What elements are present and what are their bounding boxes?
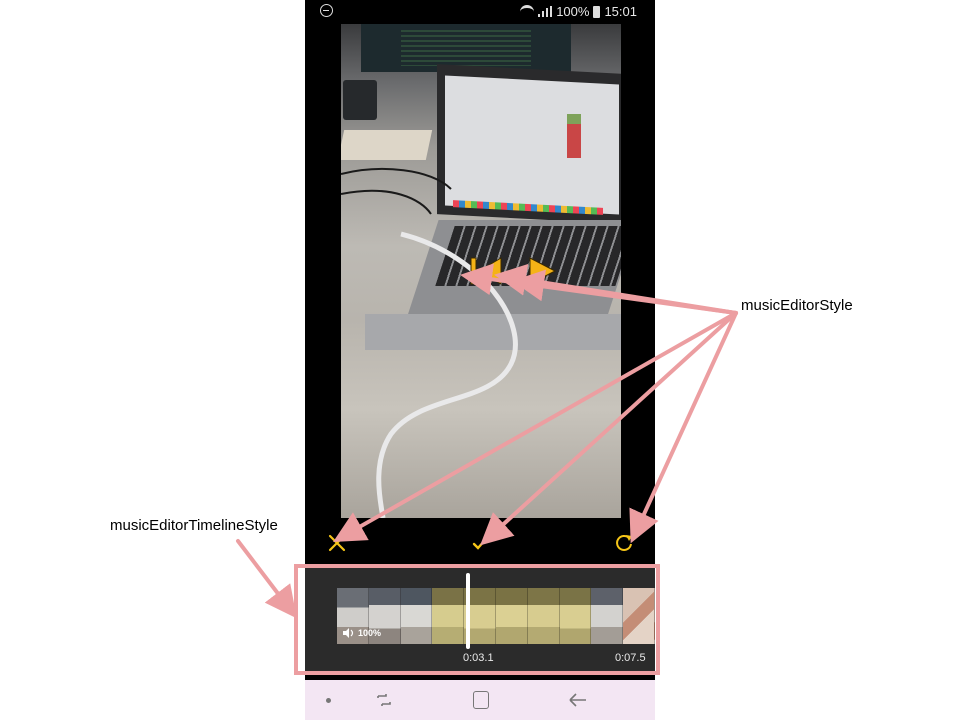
annotation-music-editor-timeline-style: musicEditorTimelineStyle xyxy=(110,517,278,534)
timeline-highlight-box xyxy=(294,564,660,675)
annotation-music-editor-style: musicEditorStyle xyxy=(741,297,853,314)
